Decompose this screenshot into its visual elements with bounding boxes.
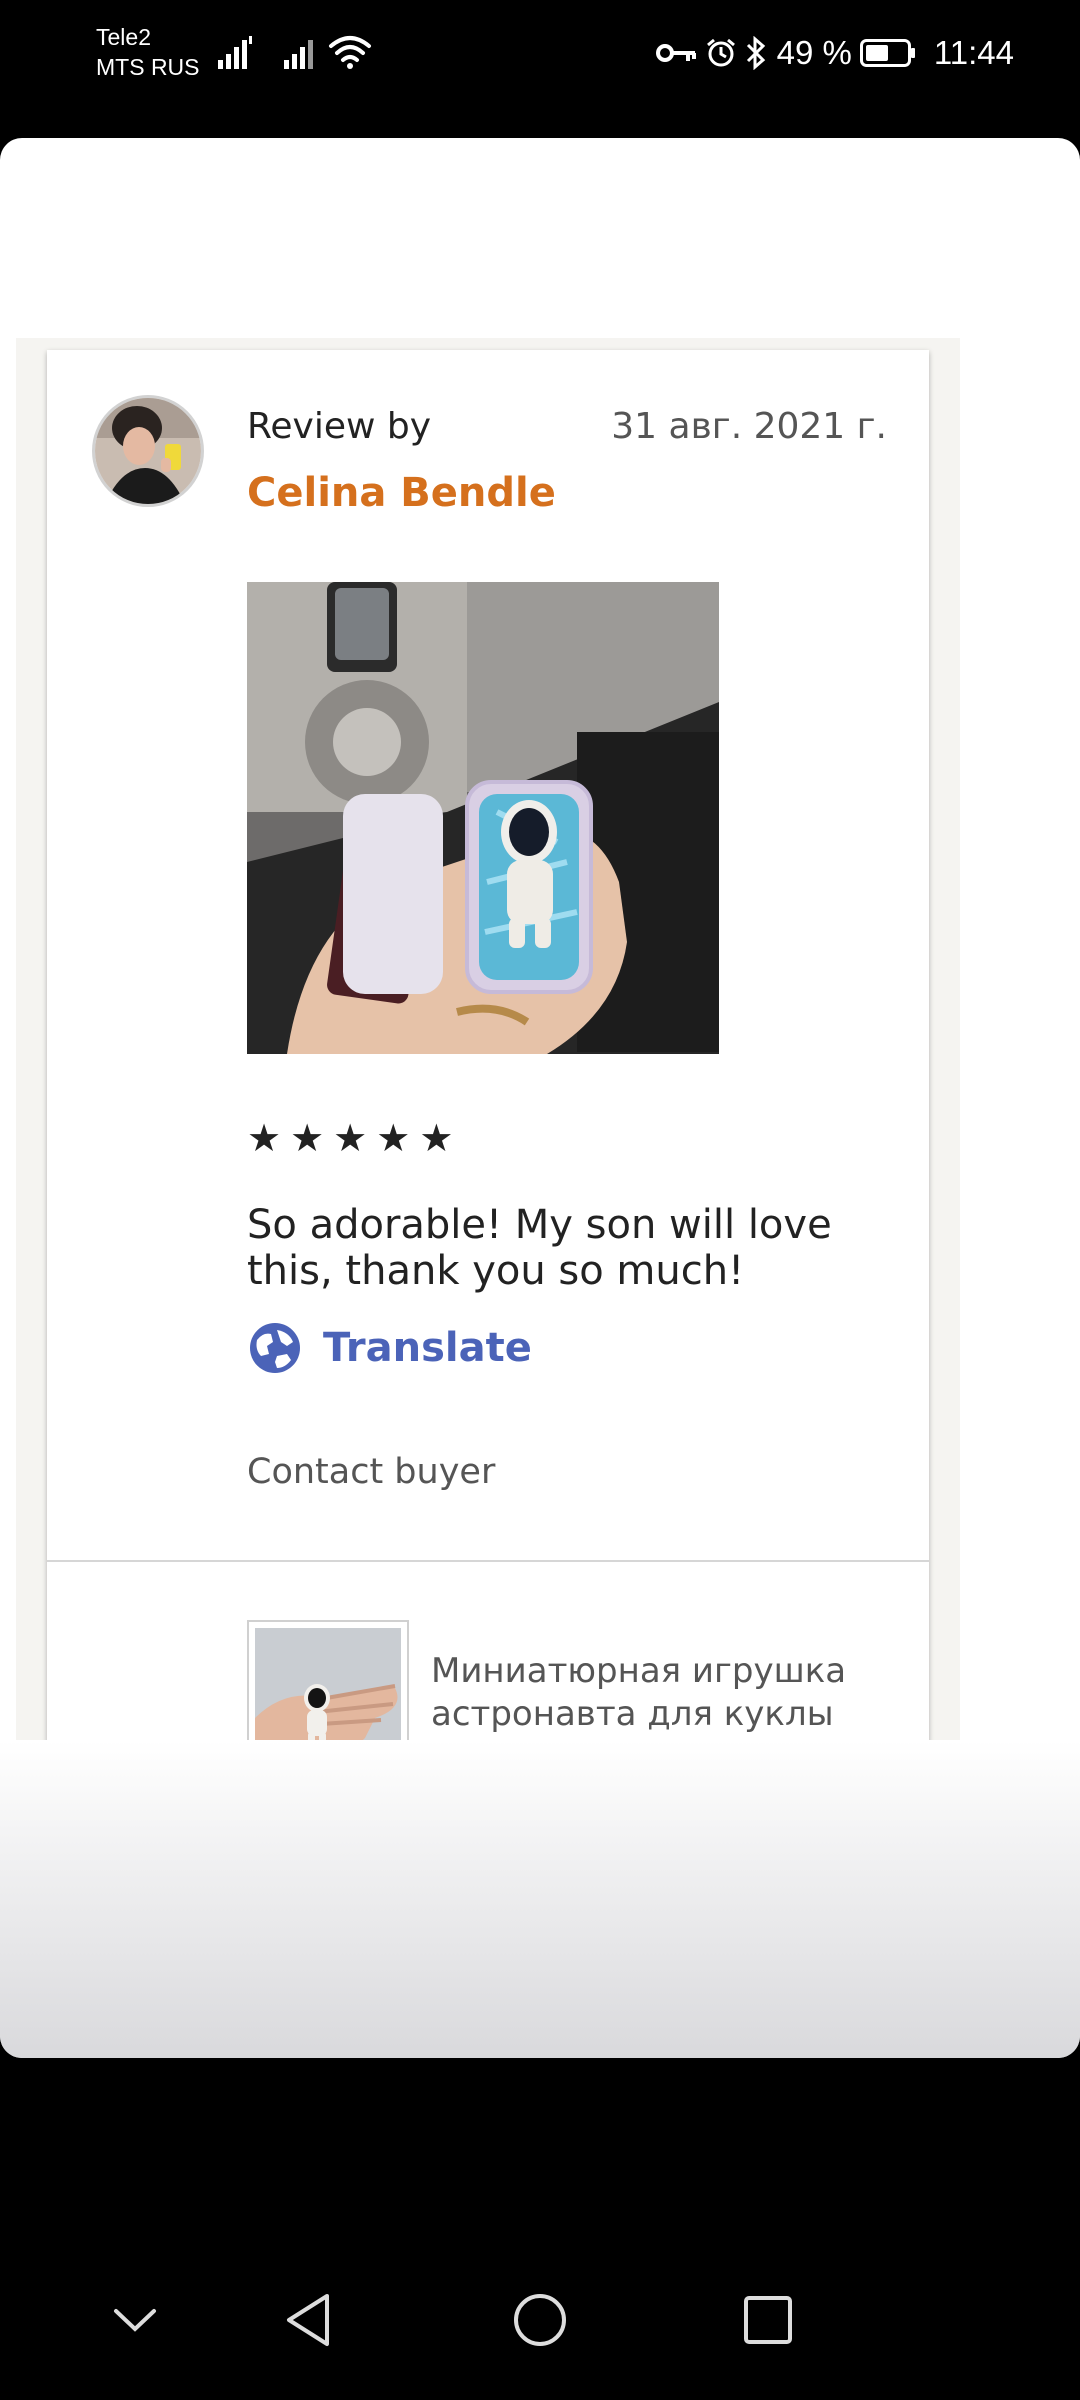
carrier-2: MTS RUS	[96, 54, 200, 80]
star-icon: ★	[376, 1116, 411, 1160]
review-text: So adorable! My son will love this, than…	[247, 1202, 832, 1294]
rating-stars: ★ ★ ★ ★ ★	[247, 1118, 453, 1158]
recents-square-icon	[744, 2296, 792, 2344]
wifi-icon	[329, 36, 371, 69]
home-nav-button[interactable]	[490, 2270, 590, 2370]
clock: 11:44	[933, 34, 1014, 71]
star-icon: ★	[290, 1116, 325, 1160]
review-photo[interactable]	[247, 582, 719, 1054]
review-photo-image	[247, 582, 719, 1054]
bluetooth-icon	[746, 36, 765, 70]
recents-nav-button[interactable]	[718, 2270, 818, 2370]
product-thumbnail[interactable]	[247, 1620, 409, 1782]
product-title[interactable]: Миниатюрная игрушка астронавта для куклы…	[431, 1650, 891, 1779]
battery-icon	[859, 39, 915, 67]
signal-strength-2-icon	[284, 40, 313, 69]
collapse-nav-button[interactable]	[85, 2270, 185, 2370]
home-circle-icon	[514, 2294, 566, 2346]
reviewer-avatar[interactable]	[92, 395, 204, 507]
review-by-label: Review by	[247, 406, 432, 447]
carrier-labels: Tele2 MTS RUS	[96, 22, 200, 82]
review-card: Review by 31 авг. 2021 г. Celina Bendle	[47, 350, 929, 1848]
contact-buyer-link[interactable]: Contact buyer	[247, 1452, 495, 1492]
alarm-icon	[706, 38, 735, 67]
review-date: 31 авг. 2021 г.	[611, 406, 887, 447]
vpn-key-icon	[655, 44, 696, 62]
status-bar: Tele2 MTS RUS 49 % 11:44	[0, 0, 1080, 105]
translate-button[interactable]: Translate	[247, 1320, 532, 1376]
back-triangle-icon	[287, 2294, 329, 2346]
status-right-group: 49 % 11:44	[655, 30, 1014, 76]
product-thumbnail-image	[255, 1628, 401, 1774]
navigation-bar	[0, 2240, 1080, 2400]
back-nav-button[interactable]	[259, 2270, 359, 2370]
avatar-photo	[95, 398, 201, 504]
translate-label: Translate	[323, 1325, 532, 1371]
star-icon: ★	[419, 1116, 454, 1160]
globe-icon	[250, 1323, 300, 1373]
review-sheet: Review by 31 авг. 2021 г. Celina Bendle	[0, 138, 1080, 2058]
star-icon: ★	[247, 1116, 282, 1160]
carrier-1: Tele2	[96, 24, 151, 50]
card-divider	[47, 1560, 929, 1562]
signal-strength-icon	[218, 36, 252, 69]
chevron-down-icon	[114, 2309, 156, 2332]
battery-percentage: 49 %	[776, 34, 852, 71]
reviewer-name[interactable]: Celina Bendle	[247, 470, 556, 516]
star-icon: ★	[333, 1116, 368, 1160]
